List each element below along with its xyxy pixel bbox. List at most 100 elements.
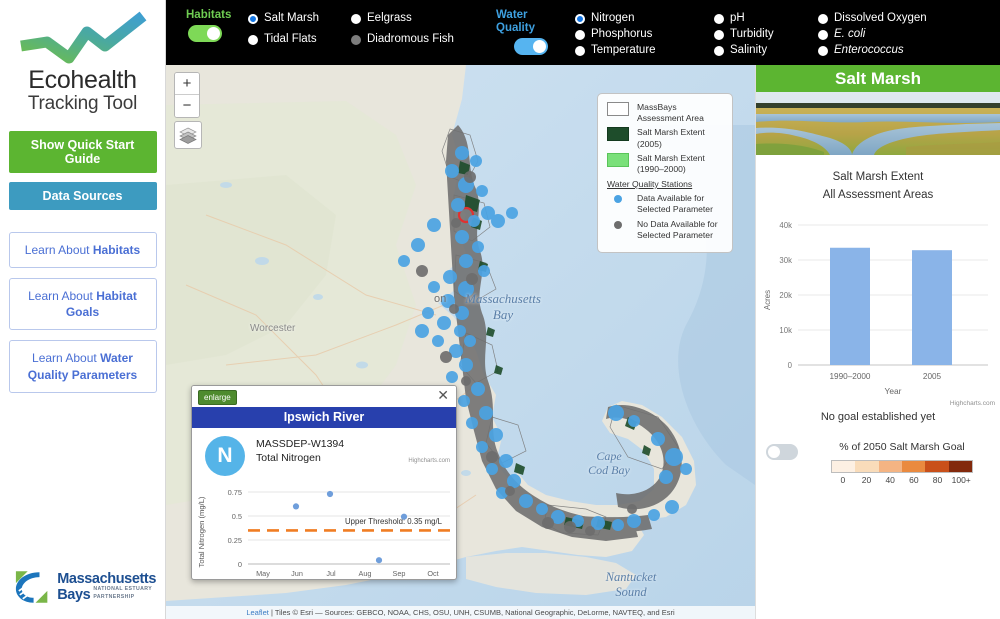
goal-status-text: No goal established yet (820, 410, 936, 423)
station-id: MASSDEP-W1394 (256, 438, 345, 450)
radio-dot-icon (818, 13, 828, 24)
svg-text:20k: 20k (779, 291, 792, 300)
app-logo: Ecohealth Tracking Tool (0, 0, 165, 115)
layers-stack-icon (179, 127, 197, 144)
scale-tick: 40 (885, 474, 895, 485)
habitat-radio-eelgrass[interactable]: Eelgrass (351, 12, 412, 25)
svg-text:1990–2000: 1990–2000 (830, 372, 871, 381)
svg-text:May: May (256, 569, 270, 578)
goal-scale-label: % of 2050 Salt Marsh Goal (839, 440, 965, 453)
learn-wq-prefix: Learn About (32, 351, 101, 366)
radio-dot-icon (248, 34, 258, 45)
salt-marsh-photo (756, 92, 1000, 155)
popup-title: Ipswich River (192, 407, 456, 428)
legend-item: MassBays Assessment Area (607, 102, 724, 124)
learn-habitats-prefix: Learn About (24, 242, 93, 257)
popup-highcharts-credit: Highcharts.com (408, 458, 450, 465)
scale-swatch-60 (901, 460, 926, 472)
svg-text:Upper Threshold: 0.35 mg/L: Upper Threshold: 0.35 mg/L (345, 517, 443, 526)
scale-tick: 0 (840, 474, 846, 485)
svg-text:2005: 2005 (357, 578, 373, 580)
scale-tick: 60 (909, 474, 919, 485)
scale-tick: 20 (861, 474, 872, 485)
app-subtitle: Tracking Tool (27, 93, 138, 114)
partner-name-line2: Bays (57, 586, 91, 603)
data-sources-button[interactable]: Data Sources (8, 181, 157, 210)
legend-dot-no-data-icon (614, 220, 622, 229)
habitat-radio-tidal-flats[interactable]: Tidal Flats (248, 33, 317, 46)
goal-scale-ticks: 0 20 40 60 80 100+ (831, 475, 973, 485)
radio-dot-icon (351, 34, 361, 45)
parameter-radio-temperature[interactable]: Temperature (575, 44, 656, 57)
chart-title-line2: All Assessment Areas (822, 188, 934, 201)
show-quick-start-guide-button[interactable]: Show Quick Start Guide (8, 130, 157, 173)
panel-chart-title: Salt Marsh Extent All Assessment Areas (756, 169, 1000, 205)
habitat-option-label: Salt Marsh (264, 12, 319, 24)
radio-dot-icon (714, 45, 724, 56)
svg-text:0.25: 0.25 (228, 536, 242, 545)
enlarge-button[interactable]: enlarge (198, 390, 237, 405)
panel-highcharts-credit: Highcharts.com (949, 399, 995, 407)
map-zoom-controls[interactable]: + − (174, 72, 200, 118)
habitats-layer-toggle[interactable] (188, 25, 222, 42)
parameter-radio-dissolved-oxygen[interactable]: Dissolved Oxygen (818, 12, 927, 25)
svg-text:30k: 30k (779, 256, 792, 265)
legend-swatch-massbays-area (607, 102, 629, 116)
habitats-group-label: Habitats (186, 9, 232, 21)
parameter-radio-salinity[interactable]: Salinity (714, 44, 768, 57)
parameter-radio-turbidity[interactable]: Turbidity (714, 28, 774, 41)
partner-name-line1: Massachusetts (57, 570, 156, 587)
ecohealth-chart-logo-icon (19, 11, 146, 64)
svg-text:Total Nitrogen (mg/L): Total Nitrogen (mg/L) (197, 496, 206, 567)
bar-chart-svg: 40k 30k 20k 10k 0 Acres 1990–2000 2005 Y… (763, 221, 988, 396)
water-quality-layer-toggle[interactable] (514, 38, 548, 55)
zoom-in-button[interactable]: + (175, 73, 199, 95)
massbays-swirl-icon (15, 571, 48, 603)
top-control-bar: Habitats Water Quality Salt Marsh Tidal F… (166, 0, 1000, 65)
habitat-option-label: Diadromous Fish (367, 33, 454, 45)
parameter-option-label: Nitrogen (591, 12, 635, 24)
learn-about-habitat-goals-button[interactable]: Learn About Habitat Goals (8, 278, 157, 331)
map-layers-button[interactable] (174, 121, 202, 149)
goal-overlay-toggle[interactable] (766, 443, 798, 460)
leaflet-map[interactable]: Massachusetts Bay Cape Cod Bay Nantucket So… (166, 65, 755, 619)
radio-dot-icon (248, 13, 258, 24)
habitat-radio-salt-marsh[interactable]: Salt Marsh (248, 12, 319, 25)
scale-swatch-80 (925, 460, 949, 472)
scale-tick: 80 (932, 474, 943, 485)
partner-tagline-line1: NATIONAL ESTUARY (93, 586, 153, 593)
legend-dot-data-available-icon (614, 195, 622, 204)
learn-about-button-group: Learn About Habitats Learn About Habitat… (0, 231, 165, 393)
legend-station-item: Data Available for Selected Parameter (607, 193, 724, 215)
legend-item: Salt Marsh Extent (1990–2000) (607, 152, 724, 175)
parameter-radio-nitrogen[interactable]: Nitrogen (575, 12, 635, 25)
station-popup[interactable]: enlarge ✕ Ipswich River N MASSDEP-W1394 … (191, 385, 457, 580)
svg-text:Jul: Jul (326, 569, 336, 578)
legend-stations-heading: Water Quality Stations (607, 179, 693, 190)
learn-habitats-strong: Habitats (92, 242, 141, 257)
parameter-radio-e-coli[interactable]: E. coli (818, 28, 865, 41)
habitat-radio-diadromous-fish[interactable]: Diadromous Fish (351, 33, 454, 46)
app-title: Ecohealth (28, 66, 137, 94)
parameter-radio-ph[interactable]: pH (714, 12, 745, 25)
parameter-radio-enterococcus[interactable]: Enterococcus (818, 44, 904, 57)
svg-text:2005: 2005 (323, 578, 339, 580)
legend-swatch-salt-marsh-2005 (607, 127, 629, 142)
popup-close-icon[interactable]: ✕ (437, 388, 449, 402)
learn-about-water-quality-parameters-button[interactable]: Learn About Water Quality Parameters (8, 340, 157, 393)
radio-dot-icon (714, 13, 724, 24)
goal-scale-row: % of 2050 Salt Marsh Goal 0 20 40 60 80 … (756, 441, 1000, 485)
svg-text:0: 0 (238, 560, 242, 569)
habitat-detail-panel: Salt Marsh Salt Marsh Extent All Assessm… (755, 65, 1000, 619)
svg-text:40k: 40k (779, 221, 792, 230)
svg-text:0.5: 0.5 (232, 512, 242, 521)
parameter-option-label: Salinity (730, 44, 768, 56)
parameter-radio-phosphorus[interactable]: Phosphorus (575, 28, 652, 41)
legend-item: Salt Marsh Extent (2005) (607, 127, 724, 149)
leaflet-link[interactable]: Leaflet (246, 608, 269, 617)
svg-text:2005: 2005 (255, 578, 271, 580)
learn-about-habitats-button[interactable]: Learn About Habitats (8, 231, 157, 269)
zoom-out-button[interactable]: − (175, 95, 199, 117)
map-attribution: Leaflet | Tiles © Esri — Sources: GEBCO,… (166, 606, 755, 619)
radio-dot-icon (818, 29, 828, 40)
